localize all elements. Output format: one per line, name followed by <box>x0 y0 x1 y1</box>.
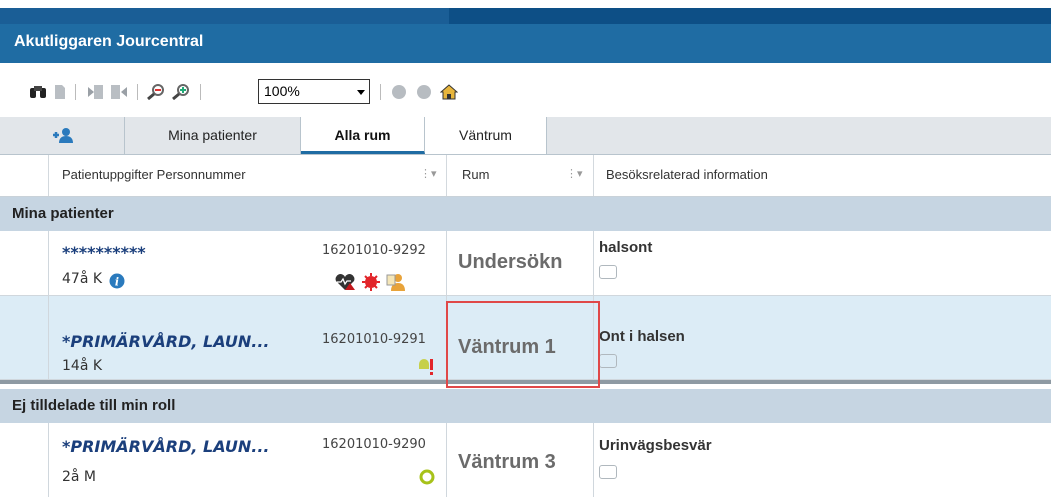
table-row[interactable]: ********** 47å K i 16201010-9292 Undersö… <box>0 231 1051 296</box>
chevron-down-icon <box>357 90 365 95</box>
patient-name: *PRIMÄRVÅRD, LAUN... <box>62 437 270 456</box>
column-header-room[interactable]: Rum <box>462 167 489 182</box>
previous-page-icon[interactable] <box>87 84 105 100</box>
toolbar: 100% <box>0 63 1051 117</box>
row-divider <box>48 231 49 295</box>
personal-number: 16201010-9292 <box>322 243 426 258</box>
tab-alla-rum[interactable]: Alla rum <box>301 117 425 154</box>
group-title: Mina patienter <box>12 205 114 222</box>
visit-info: Urinvägsbesvär <box>599 437 712 454</box>
status-sun-icon[interactable] <box>418 468 436 486</box>
visit-info: Ont i halsen <box>599 328 685 345</box>
row-divider <box>446 423 447 497</box>
heart-warning-icon[interactable] <box>334 273 356 291</box>
patient-age-sex: 2å M <box>62 469 97 485</box>
zoom-out-icon[interactable] <box>147 84 165 100</box>
binoculars-icon[interactable] <box>29 84 47 100</box>
tab-mina-patienter[interactable]: Mina patienter <box>125 117 301 154</box>
caregiver-icon[interactable] <box>386 273 406 291</box>
personal-number: 16201010-9290 <box>322 437 426 452</box>
svg-text:i: i <box>115 276 119 289</box>
room-name: Väntrum 3 <box>458 451 556 473</box>
row-divider <box>593 423 594 497</box>
room-name: Undersökn <box>458 251 563 273</box>
sort-icon[interactable]: ⋮▾ <box>566 167 583 180</box>
column-divider <box>48 155 49 196</box>
tab-bar: Mina patienter Alla rum Väntrum <box>0 117 1051 155</box>
exclamation-note-icon[interactable] <box>418 358 436 376</box>
add-user-icon <box>53 128 73 143</box>
table-row[interactable]: *PRIMÄRVÅRD, LAUN... 2å M 16201010-9290 … <box>0 423 1051 497</box>
tab-vantrum[interactable]: Väntrum <box>425 117 547 154</box>
zoom-in-icon[interactable] <box>172 84 190 100</box>
home-icon[interactable] <box>440 84 458 100</box>
visit-info: halsont <box>599 239 653 256</box>
row-divider <box>48 296 49 379</box>
patient-name: *PRIMÄRVÅRD, LAUN... <box>62 332 270 351</box>
document-icon[interactable] <box>54 84 66 100</box>
column-header-patient[interactable]: Patientuppgifter Personnummer <box>62 167 246 182</box>
toolbar-separator <box>137 84 138 100</box>
patient-age-sex: 47å K <box>62 271 103 287</box>
row-divider <box>593 231 594 295</box>
sort-icon[interactable]: ⋮▾ <box>420 167 437 180</box>
column-divider <box>446 155 447 196</box>
toolbar-separator <box>200 84 201 100</box>
column-header-info[interactable]: Besöksrelaterad information <box>606 167 768 182</box>
circle-button-icon[interactable] <box>415 84 433 100</box>
toolbar-separator <box>380 84 381 100</box>
personal-number: 16201010-9291 <box>322 332 426 347</box>
next-page-icon[interactable] <box>110 84 128 100</box>
group-header[interactable]: Mina patienter <box>0 197 1051 231</box>
window-top-strip <box>0 0 1051 24</box>
toolbar-separator <box>75 84 76 100</box>
comment-icon[interactable] <box>599 465 617 479</box>
comment-icon[interactable] <box>599 354 617 368</box>
patient-age-sex: 14å K <box>62 358 103 374</box>
zoom-value: 100% <box>264 83 300 99</box>
top-strip-right <box>449 8 1051 24</box>
comment-icon[interactable] <box>599 265 617 279</box>
add-patient-tab[interactable] <box>0 117 125 154</box>
patient-name: ********** <box>62 243 146 262</box>
column-header-row: Patientuppgifter Personnummer ⋮▾ Rum ⋮▾ … <box>0 155 1051 197</box>
app-title: Akutliggaren Jourcentral <box>14 33 204 50</box>
selection-highlight-box <box>446 301 600 388</box>
info-icon[interactable]: i <box>109 273 125 289</box>
title-bar: Akutliggaren Jourcentral <box>0 24 1051 63</box>
column-divider <box>593 155 594 196</box>
row-divider <box>446 231 447 295</box>
group-header[interactable]: Ej tilldelade till min roll <box>0 389 1051 423</box>
circle-button-icon[interactable] <box>390 84 408 100</box>
alert-burst-icon[interactable] <box>362 273 380 291</box>
top-strip-left <box>0 8 449 24</box>
zoom-select[interactable]: 100% <box>258 79 370 104</box>
group-title: Ej tilldelade till min roll <box>12 397 176 414</box>
row-divider <box>48 423 49 497</box>
